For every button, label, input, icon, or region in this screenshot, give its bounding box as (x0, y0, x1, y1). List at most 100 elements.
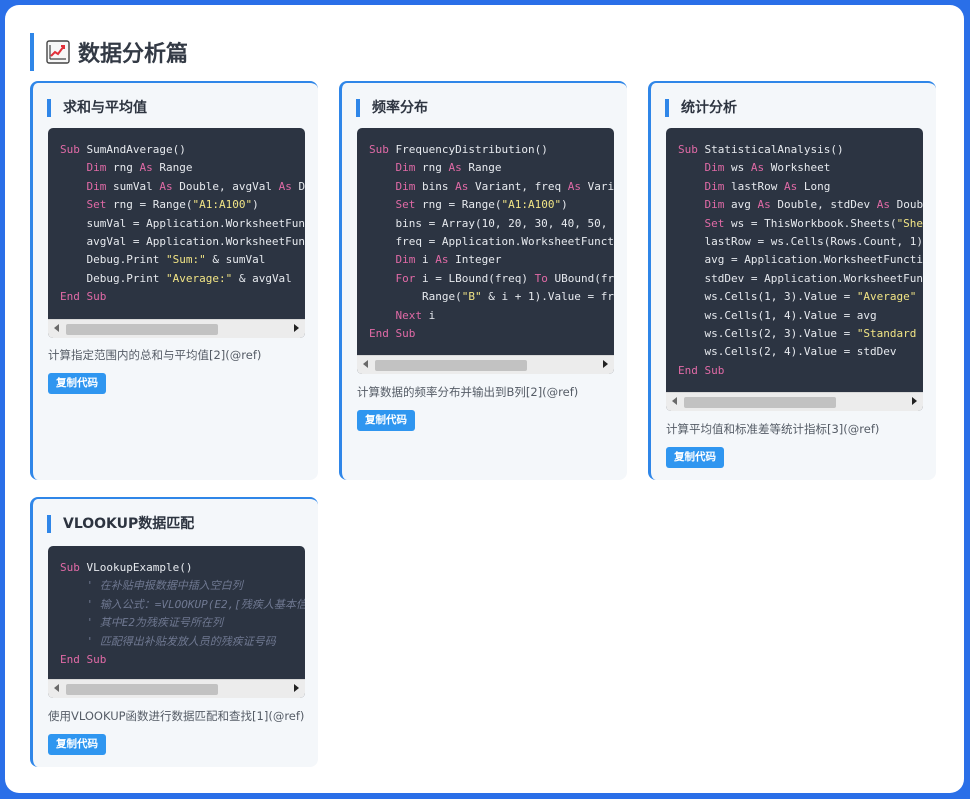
card-vlookup: VLOOKUP数据匹配 Sub VLookupExample() ' 在补贴申报… (30, 497, 318, 767)
code-token: Dim (704, 161, 725, 175)
card-title: 统计分析 (665, 99, 737, 117)
code-token: End Sub (678, 363, 725, 377)
code-token: rng (415, 161, 449, 175)
code-line: Dim avg As Double, stdDev As Double (678, 196, 924, 214)
card-title: 求和与平均值 (47, 99, 147, 117)
card-description: 使用VLOOKUP函数进行数据匹配和查找[1](@ref) (48, 709, 305, 723)
code-token: Range (152, 161, 193, 175)
code-token: As (757, 198, 771, 212)
code-token: "A1:A100" (192, 198, 253, 212)
scrollbar-thumb[interactable] (66, 324, 218, 335)
code-token: ws.Cells(2, 4).Value = stdDev (678, 345, 897, 359)
code-token: VLookupExample() (86, 561, 193, 574)
code-token: Dim (86, 161, 107, 175)
code-token: Debug.Print (60, 253, 166, 267)
code-token: Sub (369, 143, 396, 156)
code-token: Double, avgVal (172, 179, 279, 193)
code-token: i (422, 308, 436, 322)
code-line: Dim lastRow As Long (678, 178, 923, 196)
copy-code-button[interactable]: 复制代码 (48, 373, 106, 394)
chart-increasing-icon (46, 40, 70, 64)
code-token: As (750, 161, 765, 175)
horizontal-scrollbar[interactable] (666, 392, 923, 411)
card-sum-average: 求和与平均值 Sub SumAndAverage() Dim rng As Ra… (30, 81, 318, 480)
code-token: Dim (704, 198, 725, 212)
code-token: i (415, 253, 436, 267)
code-line: ws.Cells(1, 4).Value = avg (678, 307, 923, 325)
code-line: Debug.Print "Average:" & avgVal (60, 270, 305, 288)
copy-code-button[interactable]: 复制代码 (48, 734, 106, 755)
code-token: sumVal = Application.WorksheetFunction.S… (86, 216, 305, 230)
code-token: stdDev = Application.WorksheetFunction.S… (704, 271, 923, 285)
copy-code-button[interactable]: 复制代码 (357, 410, 415, 431)
code-line: avgVal = Application.WorksheetFunction.A… (60, 233, 305, 251)
section-header: 数据分析篇 (30, 33, 188, 71)
code-token: Debug.Print (60, 271, 166, 285)
scrollbar-thumb[interactable] (375, 360, 527, 371)
code-token: bins (415, 179, 456, 193)
code-token: lastRow = ws.Cells(Rows.Count, 1).End(xl… (704, 235, 923, 249)
scroll-left-icon[interactable] (363, 360, 368, 368)
code-token: As (139, 161, 153, 175)
code-token: Range( (369, 290, 462, 304)
code-line: freq = Application.WorksheetFunction.Fre… (369, 233, 614, 251)
code-token: ) (252, 198, 259, 212)
code-line: ' 匹配得出补贴发放人员的残疾证号码 (60, 633, 305, 651)
code-line: ' 其中E2为残疾证号所在列 (60, 614, 305, 632)
code-line: Dim sumVal As Double, avgVal As Double (60, 178, 306, 196)
code-line: stdDev = Application.WorksheetFunction.S… (678, 270, 923, 288)
code-token: "Average" (856, 290, 917, 304)
code-token: lastRow (724, 179, 784, 193)
code-token: Dim (704, 179, 725, 193)
horizontal-scrollbar[interactable] (48, 319, 305, 338)
code-line: sumVal = Application.WorksheetFunction.S… (60, 215, 305, 233)
scroll-left-icon[interactable] (54, 684, 59, 692)
code-line: ws.Cells(2, 4).Value = stdDev (678, 343, 923, 361)
code-token: Double, stdDev (770, 198, 877, 212)
code-token: ' 其中E2为残疾证号所在列 (86, 616, 224, 630)
code-token: Set (704, 216, 725, 230)
code-line: Set rng = Range("A1:A100") (60, 196, 305, 214)
code-token: "Sum:" (165, 253, 206, 267)
code-token: avgVal = Application.WorksheetFunction.A… (86, 235, 305, 249)
code-token: As (278, 179, 292, 193)
code-token: Sub (678, 143, 705, 156)
code-line: ' 在补贴申报数据中插入空白列 (60, 577, 305, 595)
scroll-right-icon[interactable] (912, 397, 917, 405)
scroll-left-icon[interactable] (672, 397, 677, 405)
scroll-right-icon[interactable] (603, 360, 608, 368)
code-token: Worksheet (764, 161, 831, 175)
code-line: Dim rng As Range (369, 159, 614, 177)
code-line: Range("B" & i + 1).Value = freq(i) (369, 288, 614, 306)
scrollbar-thumb[interactable] (684, 397, 836, 408)
code-token: ) (561, 198, 568, 212)
code-token: rng (106, 161, 140, 175)
scroll-left-icon[interactable] (54, 324, 59, 332)
card-title: VLOOKUP数据匹配 (47, 515, 194, 533)
scroll-right-icon[interactable] (294, 324, 299, 332)
code-token: & sumVal (205, 253, 266, 267)
copy-code-button[interactable]: 复制代码 (666, 447, 724, 468)
code-token: Double (298, 179, 305, 193)
code-token: "Standard Deviation" (856, 327, 917, 341)
code-token: End Sub (369, 327, 416, 341)
code-token: As (455, 179, 469, 193)
scroll-right-icon[interactable] (294, 684, 299, 692)
code-block: Sub FrequencyDistribution() Dim rng As R… (357, 128, 614, 374)
code-token: Dim (395, 253, 416, 267)
code-token: Long (797, 179, 831, 193)
code-token: "Average:" (165, 271, 233, 285)
horizontal-scrollbar[interactable] (357, 355, 614, 374)
code-line: End Sub (60, 651, 305, 669)
horizontal-scrollbar[interactable] (48, 679, 305, 698)
scrollbar-thumb[interactable] (66, 684, 218, 695)
code-token: SumAndAverage() (86, 143, 186, 156)
